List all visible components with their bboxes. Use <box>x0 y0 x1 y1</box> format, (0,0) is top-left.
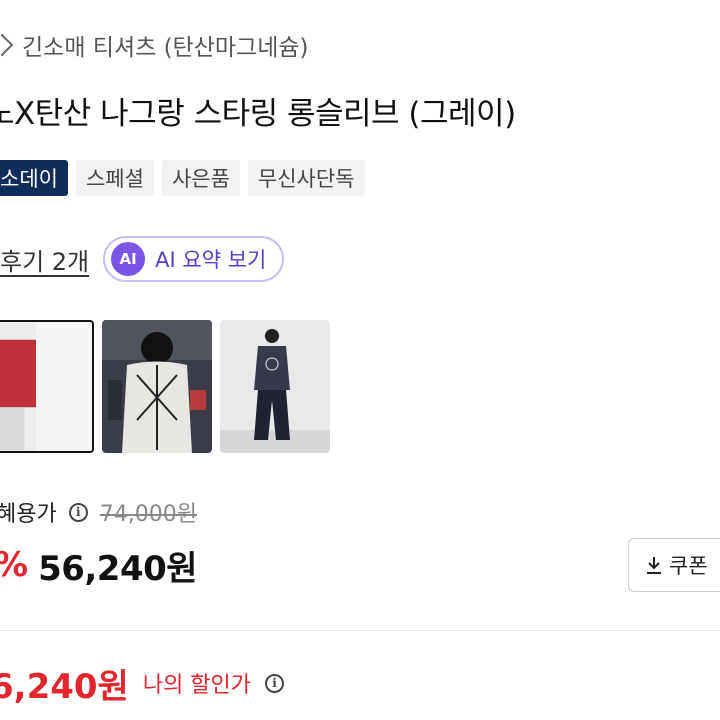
sale-price-row: % 56,240원 <box>0 540 198 590</box>
divider <box>0 630 720 631</box>
badge-exclusive: 무신사단독 <box>247 160 365 196</box>
price-label-row: 혜용가 i 74,000원 <box>0 496 197 528</box>
review-count-link[interactable]: 후기 2개 <box>0 242 89 277</box>
download-icon <box>647 557 661 574</box>
review-row: 후기 2개 AI AI 요약 보기 <box>0 236 285 282</box>
product-photo-back <box>102 320 212 453</box>
thumbnail-image[interactable] <box>220 320 330 453</box>
ai-summary-button[interactable]: AI AI 요약 보기 <box>103 236 285 282</box>
product-photo-red <box>0 322 92 451</box>
ai-icon: AI <box>111 242 146 276</box>
discount-rate: % <box>0 545 28 585</box>
price-label: 혜용가 <box>0 502 57 527</box>
sale-price: 56,240원 <box>38 548 198 589</box>
thumbnail-image[interactable] <box>102 320 212 453</box>
ai-summary-label: AI 요약 보기 <box>155 248 267 272</box>
badge-day: 소데이 <box>0 160 68 196</box>
product-photo-full <box>220 320 330 453</box>
coupon-button[interactable]: 쿠폰 <box>628 538 720 592</box>
thumbnail-strip <box>0 320 330 453</box>
badge-gift: 사은품 <box>161 160 240 196</box>
thumbnail-image[interactable] <box>0 320 94 453</box>
original-price: 74,000원 <box>99 502 197 527</box>
coupon-label: 쿠폰 <box>669 554 708 578</box>
badge-special: 스페셜 <box>75 160 154 196</box>
my-discount-price: 6,240원 <box>0 666 129 707</box>
breadcrumb-category[interactable]: 긴소매 티셔츠 (탄산마그네슘) <box>22 28 309 62</box>
breadcrumb[interactable]: 긴소매 티셔츠 (탄산마그네슘) <box>0 28 309 62</box>
product-title: 노X탄산 나그랑 스타링 롱슬리브 (그레이) <box>0 96 516 132</box>
my-discount-label: 나의 할인가 <box>142 673 252 698</box>
info-icon[interactable]: i <box>265 673 285 693</box>
my-discount-row: 6,240원 나의 할인가 i <box>0 660 285 707</box>
badge-list: 소데이 스페셜 사은품 무신사단독 <box>0 160 365 196</box>
info-icon[interactable]: i <box>68 502 88 522</box>
chevron-right-icon <box>0 33 14 57</box>
